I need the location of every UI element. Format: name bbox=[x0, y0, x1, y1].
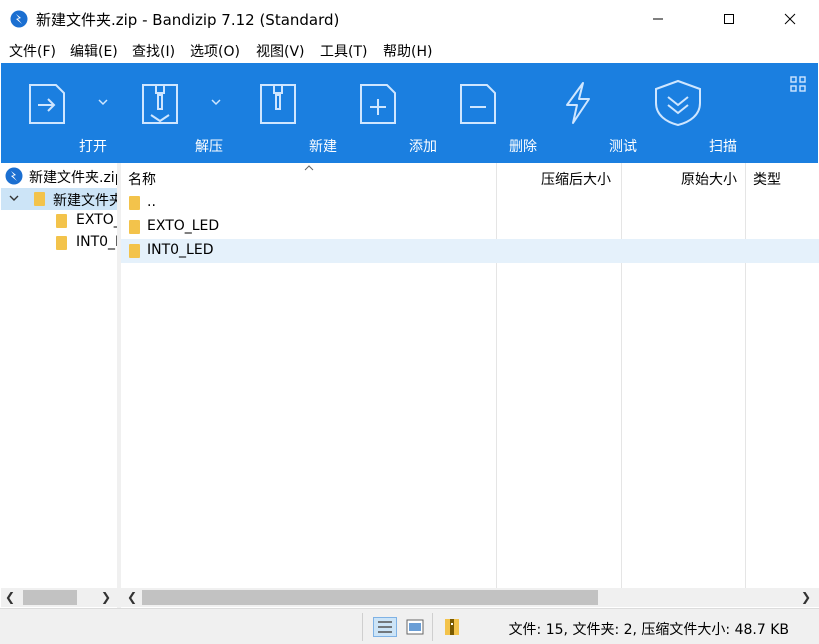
column-header-type[interactable]: 类型 bbox=[753, 163, 781, 190]
open-icon bbox=[29, 84, 65, 124]
folder-icon bbox=[34, 192, 45, 206]
maximize-button[interactable] bbox=[706, 0, 752, 38]
bandizip-app-icon bbox=[10, 10, 28, 28]
delete-icon bbox=[460, 84, 496, 124]
tree-horizontal-scrollbar[interactable]: ❮ ❯ bbox=[1, 588, 117, 607]
delete-button[interactable]: 删除 bbox=[431, 63, 537, 163]
open-dropdown-icon[interactable] bbox=[97, 97, 109, 107]
folder-icon bbox=[129, 244, 140, 258]
folder-icon bbox=[129, 196, 140, 210]
column-header-original-size[interactable]: 原始大小 bbox=[681, 163, 737, 190]
open-button[interactable]: 打开 bbox=[1, 63, 107, 163]
archive-info-icon[interactable] bbox=[443, 617, 463, 637]
add-button[interactable]: 添加 bbox=[331, 63, 437, 163]
column-header-name[interactable]: 名称 bbox=[128, 163, 156, 190]
menu-file[interactable]: 文件(F) bbox=[9, 41, 56, 61]
scan-icon bbox=[655, 79, 701, 127]
close-icon bbox=[784, 13, 796, 25]
status-divider bbox=[432, 613, 433, 641]
chevron-down-icon[interactable] bbox=[9, 194, 19, 202]
add-icon bbox=[360, 84, 396, 124]
close-button[interactable] bbox=[767, 0, 813, 38]
status-summary: 文件: 15, 文件夹: 2, 压缩文件大小: 48.7 KB bbox=[508, 622, 789, 638]
folder-icon bbox=[56, 236, 67, 250]
list-row-parent[interactable]: .. bbox=[121, 191, 819, 215]
thumbnail-view-icon[interactable] bbox=[406, 619, 424, 635]
window-title: 新建文件夹.zip - Bandizip 7.12 (Standard) bbox=[36, 11, 340, 29]
scroll-right-icon[interactable]: ❯ bbox=[97, 588, 115, 607]
scan-button[interactable]: 扫描 bbox=[631, 63, 737, 163]
tree-item-label: INT0_LED bbox=[76, 234, 117, 250]
row-name: .. bbox=[147, 194, 156, 210]
layout-grid-icon[interactable] bbox=[790, 76, 806, 92]
sort-ascending-icon bbox=[304, 165, 314, 171]
folder-icon bbox=[129, 220, 140, 234]
list-row-int0-led[interactable]: INT0_LED bbox=[121, 239, 819, 263]
menu-view[interactable]: 视图(V) bbox=[256, 41, 305, 61]
minimize-button[interactable] bbox=[635, 0, 681, 38]
details-view-icon[interactable] bbox=[373, 617, 397, 637]
title-bar: 新建文件夹.zip - Bandizip 7.12 (Standard) bbox=[0, 0, 819, 38]
folder-tree: 新建文件夹.zip 新建文件夹 EXTO_LED INT0_LED bbox=[1, 163, 117, 608]
tree-item-label: EXTO_LED bbox=[76, 212, 117, 228]
minimize-icon bbox=[653, 18, 663, 20]
scroll-left-icon[interactable]: ❮ bbox=[123, 588, 141, 607]
menu-find[interactable]: 查找(I) bbox=[132, 41, 175, 61]
scan-label: 扫描 bbox=[709, 139, 737, 155]
test-button[interactable]: 测试 bbox=[531, 63, 637, 163]
menu-edit[interactable]: 编辑(E) bbox=[70, 41, 118, 61]
menu-help[interactable]: 帮助(H) bbox=[383, 41, 432, 61]
extract-dropdown-icon[interactable] bbox=[210, 97, 222, 107]
menu-bar: 文件(F) 编辑(E) 查找(I) 选项(O) 视图(V) 工具(T) 帮助(H… bbox=[0, 38, 819, 62]
tree-item-folder[interactable]: 新建文件夹 bbox=[1, 188, 117, 210]
extract-icon bbox=[142, 84, 178, 124]
tree-root-label: 新建文件夹.zip bbox=[29, 170, 117, 186]
row-name: EXTO_LED bbox=[147, 218, 220, 234]
maximize-icon bbox=[724, 14, 734, 24]
scroll-thumb[interactable] bbox=[23, 590, 77, 605]
toolbar: 打开 解压 新建 添加 删除 测试 扫描 bbox=[1, 63, 818, 163]
new-archive-button[interactable]: 新建 bbox=[231, 63, 337, 163]
status-bar: 文件: 15, 文件夹: 2, 压缩文件大小: 48.7 KB bbox=[0, 608, 819, 644]
folder-icon bbox=[56, 214, 67, 228]
file-list: 名称 压缩后大小 原始大小 类型 .. EXTO_LED INT0_LED bbox=[121, 163, 819, 588]
menu-options[interactable]: 选项(O) bbox=[190, 41, 240, 61]
list-horizontal-scrollbar[interactable]: ❮ ❯ bbox=[121, 588, 819, 607]
status-divider bbox=[362, 613, 363, 641]
scroll-left-icon[interactable]: ❮ bbox=[1, 588, 19, 607]
scroll-thumb[interactable] bbox=[142, 590, 598, 605]
scroll-right-icon[interactable]: ❯ bbox=[797, 588, 815, 607]
row-name: INT0_LED bbox=[147, 242, 214, 258]
tree-item-int0-led[interactable]: INT0_LED bbox=[1, 232, 117, 254]
column-header-packed-size[interactable]: 压缩后大小 bbox=[541, 163, 611, 190]
zip-archive-icon bbox=[5, 167, 23, 185]
tree-root-archive[interactable]: 新建文件夹.zip bbox=[1, 165, 117, 187]
extract-button[interactable]: 解压 bbox=[113, 63, 223, 163]
menu-tools[interactable]: 工具(T) bbox=[320, 41, 367, 61]
new-archive-icon bbox=[260, 84, 296, 124]
test-icon bbox=[566, 82, 590, 124]
list-row-exto-led[interactable]: EXTO_LED bbox=[121, 215, 819, 239]
tree-folder-label: 新建文件夹 bbox=[53, 193, 117, 209]
tree-item-exto-led[interactable]: EXTO_LED bbox=[1, 210, 117, 232]
